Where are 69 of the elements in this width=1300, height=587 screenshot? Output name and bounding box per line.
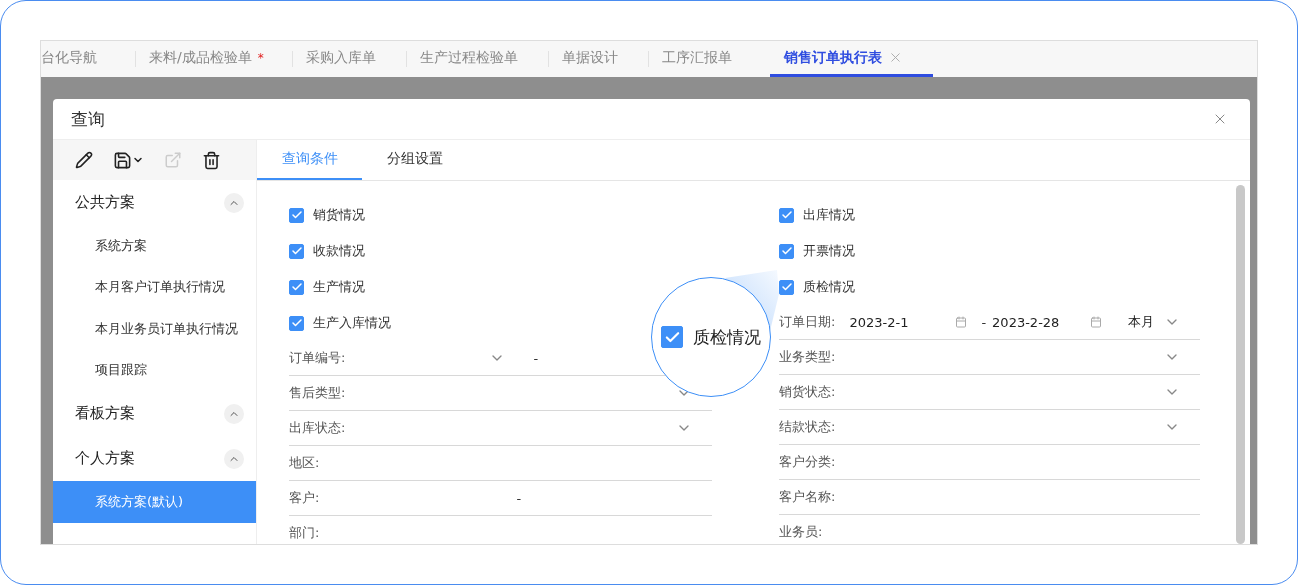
checkbox[interactable] (289, 279, 304, 295)
scrollbar-thumb[interactable] (1235, 185, 1245, 544)
field-label: 业务员: (779, 523, 823, 541)
group-title: 看板方案 (75, 404, 135, 423)
field-label: 客户名称: (779, 488, 836, 506)
page-tab[interactable]: 来料/成品检验单 * (135, 41, 292, 77)
checkbox-label: 质检情况 (803, 278, 855, 296)
check-icon (290, 209, 303, 221)
period-select[interactable]: 本月 (1102, 305, 1180, 339)
dialog-title: 查询 (71, 107, 105, 131)
scheme-item[interactable]: 项目跟踪 (53, 349, 256, 391)
field-label: 出库状态: (289, 419, 346, 437)
field-label: 客户: (289, 489, 320, 507)
field-label: 销货状态: (779, 383, 836, 401)
range-separator: - (981, 314, 987, 330)
date-field[interactable]: 2023-2-1 (835, 305, 968, 339)
date-field[interactable]: 2023-2-28 (992, 305, 1103, 339)
dialog-tab[interactable]: 查询条件 (257, 140, 362, 180)
dialog-tab[interactable]: 分组设置 (362, 140, 467, 180)
check-icon (290, 317, 303, 329)
checkbox-label: 开票情况 (803, 242, 855, 260)
check-icon (780, 245, 793, 257)
group-title: 公共方案 (75, 193, 135, 212)
group-title: 个人方案 (75, 449, 135, 468)
field-label: 售后类型: (289, 384, 346, 402)
check-icon (780, 281, 793, 293)
scheme-item[interactable]: 本月客户订单执行情况 (53, 266, 256, 308)
checkbox[interactable] (289, 315, 304, 331)
checkbox-label: 生产入库情况 (313, 314, 391, 332)
checkbox-label: 生产情况 (313, 278, 365, 296)
field-label: 订单编号: (289, 349, 346, 367)
scheme-item[interactable]: 系统方案(默认) (53, 481, 256, 523)
page-tab[interactable]: 单据设计 (547, 41, 648, 77)
page-tab[interactable]: 台化导航 (41, 41, 135, 77)
checkbox-label: 收款情况 (313, 242, 365, 260)
check-icon (780, 209, 793, 221)
checkbox[interactable] (779, 243, 794, 259)
checkbox-label: 出库情况 (803, 206, 855, 224)
trash-icon[interactable] (202, 150, 221, 170)
collapse-toggle[interactable] (224, 403, 244, 424)
field-label: 业务类型: (779, 348, 836, 366)
scheme-item[interactable]: 系统方案 (53, 225, 256, 267)
calendar-icon (955, 316, 968, 328)
check-icon (290, 281, 303, 293)
field-label: 客户分类: (779, 453, 836, 471)
checkbox[interactable] (289, 243, 304, 259)
field-label: 结款状态: (779, 418, 836, 436)
field-label: 部门: (289, 524, 320, 542)
collapse-toggle[interactable] (224, 192, 244, 213)
checkbox[interactable] (779, 207, 794, 223)
range-separator: - (516, 490, 522, 506)
page-tab[interactable]: 工序汇报单 (647, 41, 770, 77)
checkbox-label: 质检情况 (693, 325, 761, 349)
collapse-toggle[interactable] (224, 448, 244, 469)
calendar-icon (1090, 316, 1103, 328)
page-tab[interactable]: 生产过程检验单 (405, 41, 548, 77)
checkbox-label: 销货情况 (313, 206, 365, 224)
range-separator: - (533, 350, 539, 366)
required-mark: * (257, 50, 264, 65)
field-label: 地区: (289, 454, 320, 472)
check-icon (290, 245, 303, 257)
checkbox[interactable] (779, 279, 794, 295)
pencil-icon[interactable] (75, 151, 93, 169)
checkbox[interactable] (661, 326, 683, 348)
scheme-item[interactable]: 本月业务员订单执行情况 (53, 308, 256, 350)
page-tab[interactable]: 采购入库单 (291, 41, 406, 77)
field-label: 订单日期: (779, 313, 836, 331)
save-icon[interactable] (113, 150, 144, 170)
checkbox[interactable] (289, 207, 304, 223)
